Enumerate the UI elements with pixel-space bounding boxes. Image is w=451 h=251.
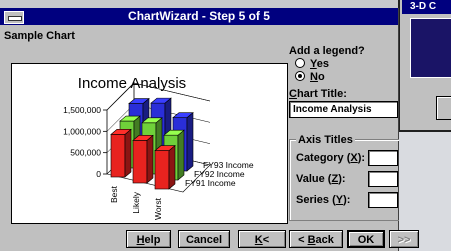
series-y-label: Series (Y): [296, 194, 350, 206]
sample-chart-label: Sample Chart [4, 30, 75, 42]
bar-front-face [154, 150, 170, 190]
category-label: Likely [131, 191, 141, 213]
series-axis-input[interactable] [368, 192, 398, 208]
next-button[interactable]: >> [389, 230, 419, 248]
value-prefix: Value ( [296, 173, 332, 185]
category-suffix: ): [357, 152, 366, 164]
legend-no-label: o [317, 71, 325, 83]
axis-titles-label: Axis Titles [296, 134, 355, 146]
legend-yes-label: es [316, 58, 329, 70]
background-3d-preview [410, 18, 451, 78]
back-label: ack [315, 234, 334, 246]
bar-side-face [146, 134, 154, 184]
first-label: < [262, 234, 270, 246]
bar-side-face [168, 144, 176, 190]
category-prefix: Category ( [296, 152, 351, 164]
category-axis-input[interactable] [368, 150, 398, 166]
y-tick-label: 500,000 [70, 148, 101, 158]
sample-chart-panel: Income Analysis 1,500,000 1,000,000 500,000… [11, 63, 288, 224]
legend-yes-radio[interactable]: Yes [295, 58, 329, 70]
bar-front-face [110, 134, 126, 178]
value-axis-input[interactable] [368, 171, 398, 187]
series-suffix: ): [343, 194, 351, 206]
legend-question: Add a legend? [289, 45, 365, 57]
series-label: FY92 Income [194, 169, 245, 179]
chart-title: Income Analysis [78, 75, 186, 92]
y-tick-label: 1,000,000 [63, 126, 101, 136]
y-tick-label: 0 [96, 169, 101, 179]
series-label: FY91 Income [185, 178, 236, 188]
chart-title-label-text: hart Title: [296, 88, 347, 100]
bar-side-face [124, 128, 132, 178]
series-prefix: Series ( [296, 194, 336, 206]
dialog-titlebar: ChartWizard - Step 5 of 5 [0, 8, 398, 25]
chart-title-label: Chart Title: [289, 88, 347, 100]
first-mnemonic: K [254, 234, 263, 246]
chartwizard-dialog: ChartWizard - Step 5 of 5 Sample Chart I… [0, 8, 419, 251]
background-window-button[interactable] [436, 96, 451, 120]
legend-no-mnemonic: N [310, 71, 318, 83]
chart-title-input[interactable]: Income Analysis [289, 101, 398, 118]
back-prefix: < [298, 234, 308, 246]
back-mnemonic: B [307, 234, 316, 246]
radio-yes-indicator[interactable] [295, 58, 305, 68]
dialog-title: ChartWizard - Step 5 of 5 [128, 9, 270, 23]
series-mnemonic: Y [335, 194, 344, 206]
radio-no-indicator[interactable] [295, 71, 305, 81]
value-z-label: Value (Z): [296, 173, 346, 185]
back-button[interactable]: < Back [289, 230, 343, 248]
bar-side-face [177, 129, 185, 181]
background-window: 3-D C [398, 0, 451, 132]
bar-front-face [132, 140, 148, 184]
legend-no-radio[interactable]: No [295, 71, 325, 83]
series-label: FY93 Income [203, 160, 254, 170]
y-tick-label: 1,500,000 [63, 105, 101, 115]
category-mnemonic: X [350, 152, 358, 164]
help-label: elp [144, 234, 161, 246]
chart-title-mnemonic: C [289, 88, 297, 100]
background-window-title: 3-D C [402, 0, 451, 14]
bar-side-face [186, 112, 194, 172]
value-suffix: ): [338, 173, 346, 185]
category-label: Worst [153, 197, 163, 220]
category-x-label: Category (X): [296, 152, 365, 164]
legend-yes-mnemonic: Y [310, 58, 317, 70]
help-button[interactable]: Help [126, 230, 171, 248]
cancel-button[interactable]: Cancel [178, 230, 230, 248]
first-step-button[interactable]: K< [238, 230, 286, 248]
income-chart: Income Analysis 1,500,000 1,000,000 500,000… [63, 75, 254, 220]
category-label: Best [109, 185, 119, 203]
ok-button[interactable]: OK [347, 230, 385, 248]
help-mnemonic: H [136, 234, 145, 246]
system-menu-icon[interactable] [4, 11, 24, 24]
